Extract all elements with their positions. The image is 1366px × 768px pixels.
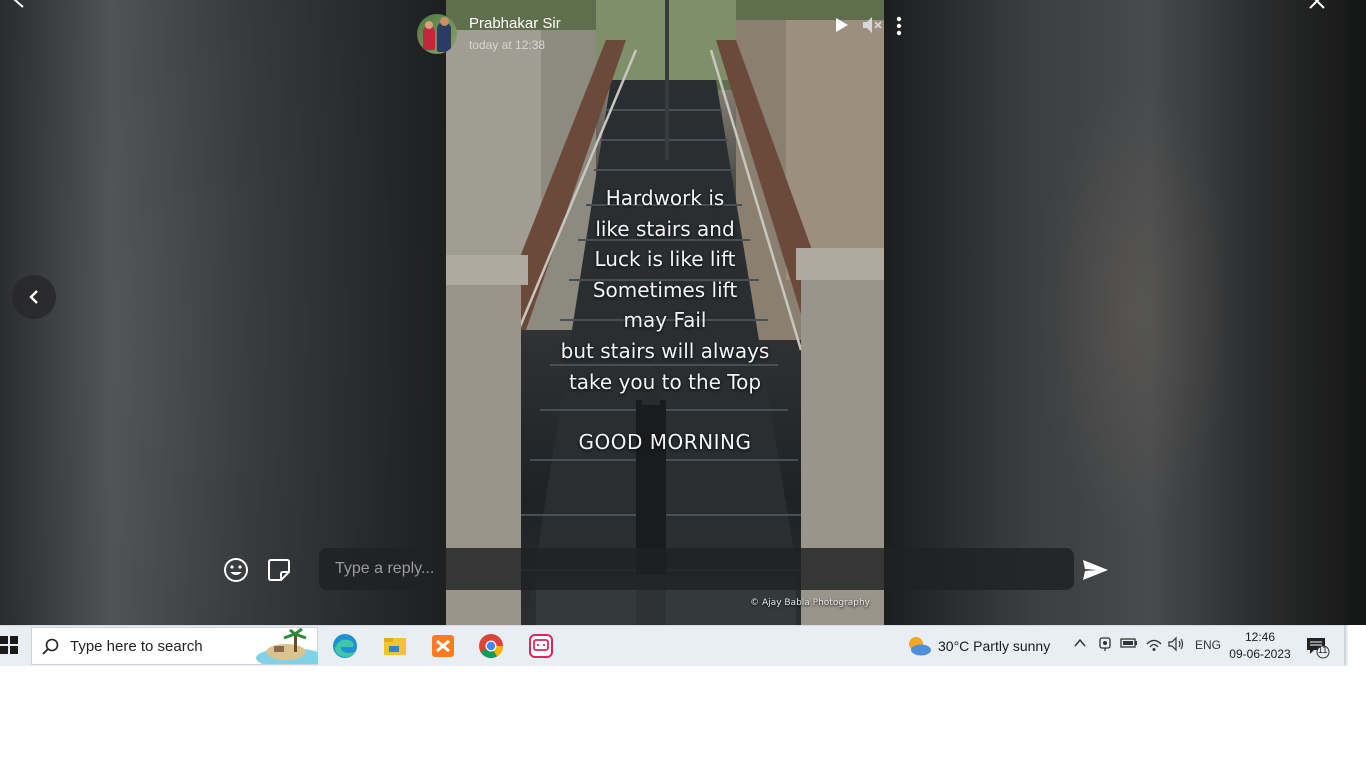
clock-date: 09-06-2023: [1229, 647, 1291, 661]
quote-line: may Fail: [623, 308, 707, 333]
clock-time: 12:46: [1244, 630, 1276, 644]
sticker-icon[interactable]: [265, 556, 293, 584]
chrome-icon[interactable]: [471, 630, 511, 662]
mute-icon[interactable]: [862, 16, 882, 34]
search-highlight-illustration: [256, 628, 318, 664]
blurred-background-right: [884, 0, 1366, 625]
weather-widget[interactable]: 30°C Partly sunny: [905, 634, 1065, 658]
taskbar-search-box[interactable]: Type here to search: [31, 627, 318, 665]
windows-start-icon[interactable]: [0, 636, 18, 654]
messaging-app-icon[interactable]: [521, 630, 561, 662]
story-viewer: Hardwork is like stairs and Luck is like…: [0, 0, 1366, 625]
reply-input[interactable]: [319, 548, 1074, 590]
story-image: Hardwork is like stairs and Luck is like…: [446, 0, 884, 625]
edge-browser-icon[interactable]: [325, 630, 365, 662]
search-icon: [42, 638, 59, 655]
language-indicator[interactable]: ENG: [1195, 638, 1221, 652]
quote-line: but stairs will always: [560, 338, 770, 363]
meet-now-icon[interactable]: [1098, 636, 1112, 652]
show-desktop-button[interactable]: [1344, 625, 1346, 665]
send-icon[interactable]: [1081, 556, 1109, 584]
notification-count: 11: [1318, 645, 1328, 655]
partly-sunny-icon: [909, 637, 931, 656]
back-arrow-icon[interactable]: [12, 0, 26, 8]
search-placeholder: Type here to search: [70, 638, 203, 655]
battery-icon[interactable]: [1120, 636, 1138, 650]
taskbar-clock[interactable]: 12:46 09-06-2023: [1225, 629, 1295, 663]
chevron-up-icon[interactable]: [1073, 636, 1087, 650]
play-icon[interactable]: [835, 17, 849, 33]
file-explorer-icon[interactable]: [374, 630, 414, 662]
more-vertical-icon[interactable]: [893, 15, 905, 37]
greeting-text: GOOD MORNING: [578, 430, 752, 455]
windows-taskbar: Type here to search 30°C Partly sunny EN…: [0, 625, 1348, 666]
quote-line: like stairs and: [595, 216, 735, 241]
quote-line: Sometimes lift: [592, 277, 738, 302]
emoji-icon[interactable]: [222, 556, 250, 584]
sender-avatar[interactable]: [417, 14, 457, 54]
sender-name[interactable]: Prabhakar Sir: [469, 15, 561, 32]
notification-center-button[interactable]: 11: [1305, 635, 1331, 659]
previous-story-button[interactable]: [12, 275, 56, 319]
wifi-icon[interactable]: [1145, 636, 1163, 652]
xampp-icon[interactable]: [423, 630, 463, 662]
quote-line: Luck is like lift: [594, 247, 736, 272]
volume-icon[interactable]: [1168, 636, 1186, 652]
story-quote-text: Hardwork is like stairs and Luck is like…: [446, 183, 884, 458]
story-timestamp: today at 12:38: [469, 38, 546, 52]
chevron-left-icon: [29, 290, 38, 304]
quote-line: Hardwork is: [605, 186, 725, 210]
weather-text: 30°C Partly sunny: [938, 638, 1051, 654]
photo-credit: © Ajay Babla Photography: [750, 598, 870, 608]
blurred-background-left: [0, 0, 446, 625]
quote-line: take you to the Top: [568, 369, 762, 394]
close-icon[interactable]: [1308, 0, 1326, 10]
